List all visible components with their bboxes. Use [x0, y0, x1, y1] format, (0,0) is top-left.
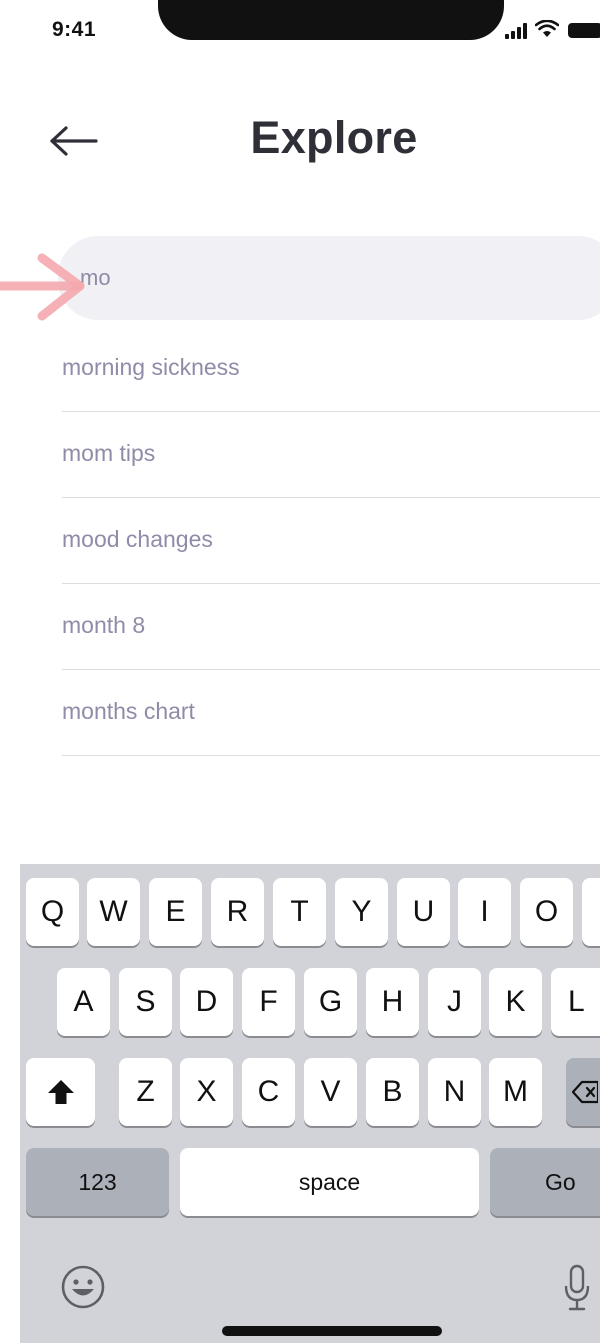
battery-icon [568, 23, 600, 38]
key-c[interactable]: C [242, 1058, 295, 1126]
suggestion-item[interactable]: mom tips [62, 412, 600, 498]
microphone-button[interactable] [563, 1264, 591, 1312]
shift-icon [47, 1080, 74, 1104]
search-input[interactable] [80, 236, 560, 320]
key-i[interactable]: I [458, 878, 511, 946]
backspace-icon [572, 1080, 598, 1104]
status-bar: 9:41 [0, 0, 600, 70]
key-b[interactable]: B [366, 1058, 419, 1126]
suggestion-item[interactable]: morning sickness [62, 326, 600, 412]
signal-icon [505, 23, 527, 39]
suggestion-item[interactable]: months chart [62, 670, 600, 756]
key-f[interactable]: F [242, 968, 295, 1036]
space-key[interactable]: space [180, 1148, 479, 1216]
key-j[interactable]: J [428, 968, 481, 1036]
key-r[interactable]: R [211, 878, 264, 946]
go-key[interactable]: Go [490, 1148, 600, 1216]
wifi-icon [535, 20, 559, 37]
keyboard: Q W E R T Y U I O A S D F G H J K L Z X … [20, 864, 600, 1343]
delete-key[interactable] [566, 1058, 600, 1126]
tutorial-pointer-arrow-icon [0, 253, 85, 321]
key-e[interactable]: E [149, 878, 202, 946]
home-indicator [222, 1326, 442, 1336]
shift-key[interactable] [26, 1058, 95, 1126]
key-x[interactable]: X [180, 1058, 233, 1126]
key-w[interactable]: W [87, 878, 140, 946]
key-z[interactable]: Z [119, 1058, 172, 1126]
suggestion-item[interactable]: month 8 [62, 584, 600, 670]
key-g[interactable]: G [304, 968, 357, 1036]
key-v[interactable]: V [304, 1058, 357, 1126]
key-o[interactable]: O [520, 878, 573, 946]
key-q[interactable]: Q [26, 878, 79, 946]
key-d[interactable]: D [180, 968, 233, 1036]
device-notch [158, 0, 504, 40]
key-k[interactable]: K [489, 968, 542, 1036]
suggestion-item[interactable]: mood changes [62, 498, 600, 584]
key-u[interactable]: U [397, 878, 450, 946]
key-p-partial[interactable] [582, 878, 600, 946]
search-field[interactable] [58, 236, 600, 320]
status-time: 9:41 [52, 18, 97, 41]
microphone-icon [564, 1264, 590, 1311]
key-m[interactable]: M [489, 1058, 542, 1126]
key-a[interactable]: A [57, 968, 110, 1036]
suggestion-list: morning sickness mom tips mood changes m… [62, 326, 600, 756]
key-l[interactable]: L [551, 968, 600, 1036]
page-title: Explore [250, 112, 418, 163]
status-icons [505, 20, 600, 40]
numbers-key[interactable]: 123 [26, 1148, 169, 1216]
key-y[interactable]: Y [335, 878, 388, 946]
emoji-icon [61, 1265, 105, 1309]
key-h[interactable]: H [366, 968, 419, 1036]
key-t[interactable]: T [273, 878, 326, 946]
key-s[interactable]: S [119, 968, 172, 1036]
key-n[interactable]: N [428, 1058, 481, 1126]
emoji-button[interactable] [60, 1264, 106, 1310]
